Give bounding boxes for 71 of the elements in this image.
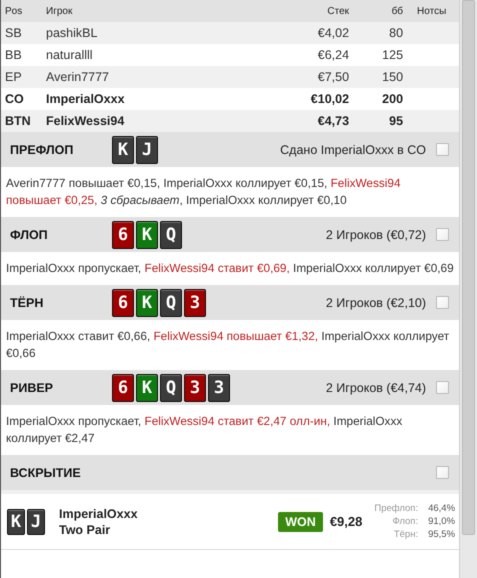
column-header: Нотсы [416, 6, 448, 16]
action-text: Averin7777 повышает €0,15, ImperialOxxx коллирует €0,15, FelixWessi94 повышает €0,25, 3 сбрасывает, ImperialOxxx коллирует €0,10 [5, 175, 402, 209]
street-summary: 2 Игроков (€4,74) [326, 380, 426, 394]
table-cell-text: ImperialOxxx [46, 92, 126, 106]
note-icon[interactable] [436, 228, 450, 241]
equity-value: 46,4% [428, 502, 456, 515]
equity-value: 91,0% [428, 515, 456, 528]
playing-card: Q [160, 220, 182, 248]
table-cell-text: Averin7777 [46, 70, 110, 84]
playing-card: K [7, 508, 25, 534]
street-title: ТЁРН [10, 296, 44, 310]
playing-card: J [27, 508, 45, 534]
playing-card: Q [160, 288, 182, 316]
win-amount: €9,28 [330, 514, 362, 529]
note-icon[interactable] [436, 381, 450, 394]
table-cell-text: CO [5, 92, 25, 106]
table-cell-text: 80 [388, 26, 404, 40]
table-cell-text: 200 [381, 92, 404, 106]
table-cell-text: FelixWessi94 [46, 114, 126, 128]
street-title: ПРЕФЛОП [10, 142, 74, 156]
hand-name: Two Pair [59, 522, 112, 538]
column-header: Стек [326, 6, 350, 16]
table-cell-text: €7,50 [316, 70, 350, 84]
equity-label: Флоп: [391, 515, 418, 528]
playing-card: 6 [112, 374, 134, 402]
table-cell-text: 125 [381, 48, 404, 62]
table-cell-text: BB [5, 48, 23, 62]
table-cell-text: €10,02 [310, 92, 350, 106]
street-summary: 2 Игроков (€0,72) [326, 228, 426, 242]
playing-card: K [136, 288, 158, 316]
column-header: бб [390, 6, 404, 16]
player-name: ImperialOxxx [59, 506, 139, 522]
action-text: ImperialOxxx ставит €0,66, FelixWessi94 повышает €1,32, ImperialOxxx коллирует €0,66 [5, 328, 450, 362]
table-cell-text: 150 [381, 70, 404, 84]
action-text: ImperialOxxx пропускает, FelixWessi94 ставит €2,47 олл-ин, ImperialOxxx коллирует €2,47 [5, 413, 404, 447]
playing-card: K [112, 136, 134, 164]
playing-card: K [136, 374, 158, 402]
table-cell-text: EP [5, 70, 23, 84]
street-title: ФЛОП [10, 228, 49, 242]
playing-card: J [136, 136, 158, 164]
table-cell-text: pashikBL [46, 26, 98, 40]
playing-card: 3 [184, 374, 206, 402]
equity-label: Префлоп: [374, 502, 418, 515]
playing-card: K [136, 220, 158, 248]
action-text: ImperialOxxx пропускает, FelixWessi94 ставит €0,69, ImperialOxxx коллирует €0,69 [5, 260, 455, 277]
playing-card: 6 [112, 220, 134, 248]
result-badge: WON [278, 512, 323, 532]
playing-card: 6 [112, 288, 134, 316]
playing-card: Q [160, 374, 182, 402]
column-header: Pos [5, 6, 24, 16]
note-icon[interactable] [436, 466, 450, 479]
playing-card: 3 [208, 374, 230, 402]
scrollbar[interactable] [459, 0, 477, 578]
playing-card: 3 [184, 288, 206, 316]
table-cell-text: BTN [5, 114, 32, 128]
note-icon[interactable] [436, 296, 450, 309]
column-header: Игрок [46, 6, 74, 16]
table-cell-text: €6,24 [316, 48, 350, 62]
street-title: ВСКРЫТИЕ [10, 466, 82, 480]
table-cell-text: SB [5, 26, 23, 40]
equity-label: Тёрн: [392, 528, 418, 541]
street-summary: Сдано ImperialOxxx в CO [280, 142, 426, 156]
street-title: РИВЕР [10, 380, 54, 394]
table-cell-text: €4,02 [316, 26, 350, 40]
equity-value: 95,5% [428, 528, 456, 541]
scrollbar-thumb[interactable] [462, 0, 475, 535]
table-cell-text: naturallll [46, 48, 94, 62]
street-summary: 2 Игроков (€2,10) [326, 296, 426, 310]
note-icon[interactable] [436, 143, 450, 156]
table-cell-text: €4,73 [316, 114, 350, 128]
table-cell-text: 95 [388, 114, 404, 128]
